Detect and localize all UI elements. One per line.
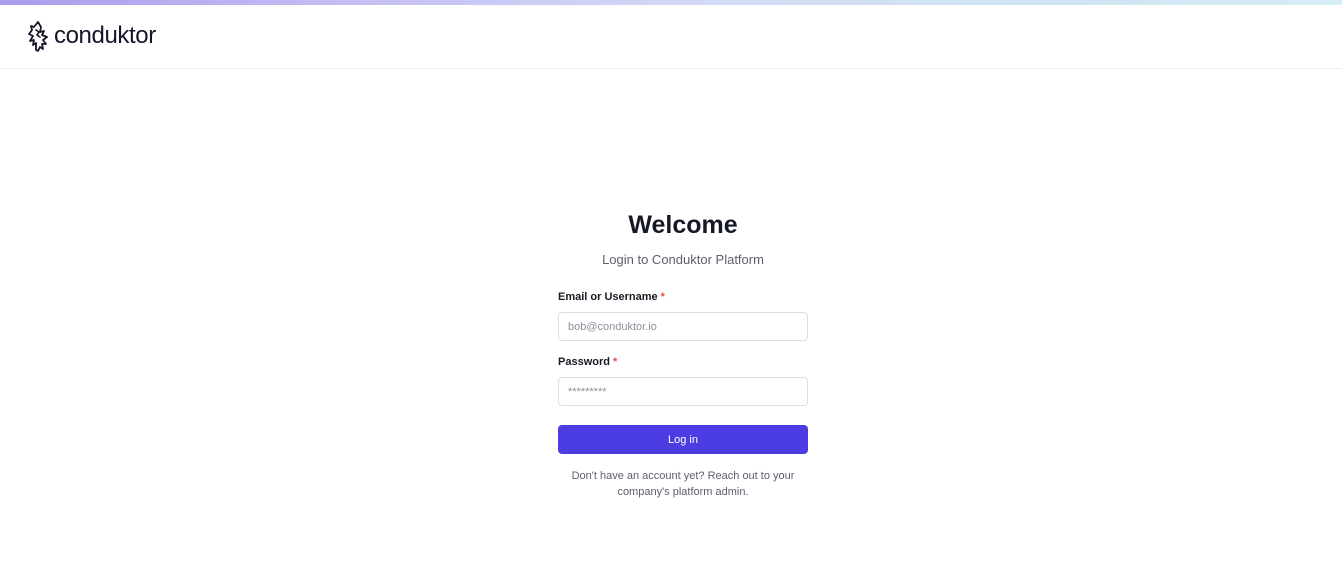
conduktor-logo-icon — [28, 21, 48, 52]
app-header: conduktor — [0, 5, 1342, 69]
brand-logo[interactable]: conduktor — [25, 20, 156, 52]
page-subtitle: Login to Conduktor Platform — [602, 252, 764, 267]
email-input[interactable] — [558, 312, 808, 341]
email-label-text: Email or Username — [558, 291, 658, 303]
login-form: Welcome Login to Conduktor Platform Emai… — [558, 200, 808, 500]
page-title: Welcome — [628, 211, 738, 239]
password-label: Password * — [558, 355, 808, 369]
login-button[interactable]: Log in — [558, 425, 808, 454]
required-marker: * — [612, 356, 618, 368]
email-label: Email or Username * — [558, 290, 808, 304]
password-label-text: Password — [558, 356, 610, 368]
password-input[interactable] — [558, 377, 808, 406]
required-marker: * — [660, 291, 665, 303]
brand-name: conduktor — [54, 22, 156, 49]
signup-help-text: Don't have an account yet? Reach out to … — [571, 470, 795, 498]
